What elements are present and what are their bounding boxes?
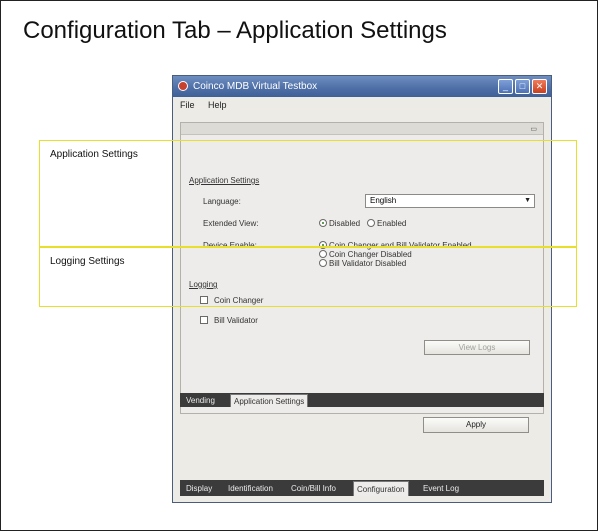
bill-validator-log-checkbox[interactable]	[200, 316, 208, 324]
tab-event-log[interactable]: Event Log	[420, 481, 462, 496]
bill-validator-log-label: Bill Validator	[214, 316, 258, 325]
tab-identification[interactable]: Identification	[225, 481, 276, 496]
menu-help[interactable]: Help	[208, 100, 227, 110]
view-logs-button[interactable]: View Logs	[424, 340, 530, 355]
menu-file[interactable]: File	[180, 100, 195, 110]
inner-tab-strip: Vending Application Settings	[180, 393, 544, 407]
minimize-button[interactable]: _	[498, 79, 513, 94]
slide: Configuration Tab – Application Settings…	[0, 0, 598, 531]
slide-title: Configuration Tab – Application Settings	[23, 17, 447, 44]
window-title: Coinco MDB Virtual Testbox	[193, 81, 318, 92]
panel-header: ▭	[181, 123, 543, 135]
apply-button[interactable]: Apply	[423, 417, 529, 433]
tab-display[interactable]: Display	[183, 481, 215, 496]
window-titlebar[interactable]: Coinco MDB Virtual Testbox _ □ ✕	[173, 76, 551, 97]
tab-application-settings[interactable]: Application Settings	[230, 394, 309, 407]
menu-bar: File Help	[173, 97, 551, 113]
app-icon	[178, 81, 188, 91]
application-settings-callout-label: Application Settings	[50, 149, 138, 160]
tab-vending[interactable]: Vending	[183, 394, 218, 407]
maximize-button[interactable]: □	[515, 79, 530, 94]
logging-settings-callout-label: Logging Settings	[50, 256, 125, 267]
close-button[interactable]: ✕	[532, 79, 547, 94]
bottom-tab-strip: Display Identification Coin/Bill Info Co…	[180, 480, 544, 496]
tab-coin-bill-info[interactable]: Coin/Bill Info	[288, 481, 339, 496]
tab-configuration[interactable]: Configuration	[353, 481, 409, 496]
panel-restore-icon[interactable]: ▭	[530, 125, 537, 133]
